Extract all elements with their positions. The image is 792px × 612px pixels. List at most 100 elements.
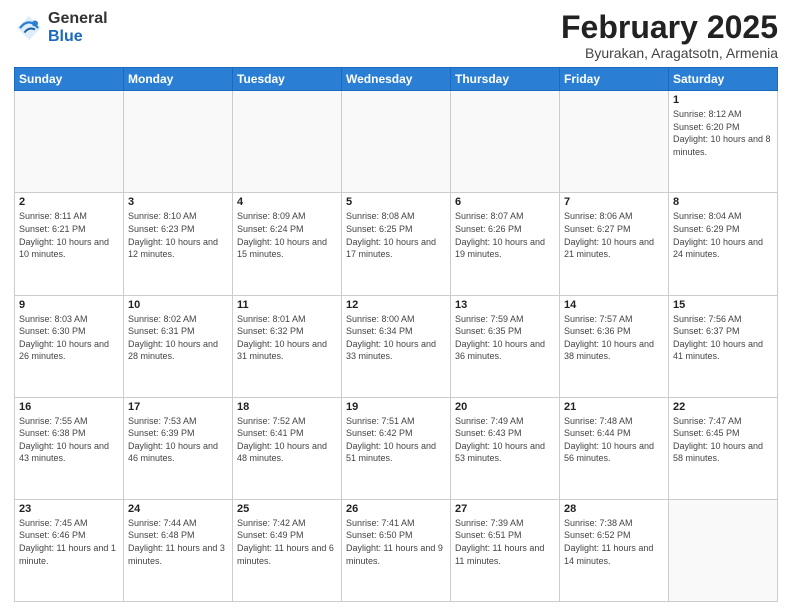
header-tuesday: Tuesday [233, 68, 342, 91]
header-saturday: Saturday [669, 68, 778, 91]
day-info: Sunrise: 8:12 AM Sunset: 6:20 PM Dayligh… [673, 108, 773, 158]
day-info: Sunrise: 8:00 AM Sunset: 6:34 PM Dayligh… [346, 313, 446, 363]
day-number: 12 [346, 299, 446, 311]
day-number: 26 [346, 503, 446, 515]
page: General Blue February 2025 Byurakan, Ara… [0, 0, 792, 612]
day-number: 15 [673, 299, 773, 311]
calendar-week-row: 9 Sunrise: 8:03 AM Sunset: 6:30 PM Daylig… [15, 295, 778, 397]
day-info: Sunrise: 8:01 AM Sunset: 6:32 PM Dayligh… [237, 313, 337, 363]
calendar-cell: 18Sunrise: 7:52 AM Sunset: 6:41 PM Dayli… [233, 397, 342, 499]
calendar-cell: 1 Sunrise: 8:12 AM Sunset: 6:20 PM Daylig… [669, 91, 778, 193]
calendar-week-row: 1 Sunrise: 8:12 AM Sunset: 6:20 PM Daylig… [15, 91, 778, 193]
day-number: 3 [128, 196, 228, 208]
header: General Blue February 2025 Byurakan, Ara… [14, 10, 778, 61]
calendar-cell: 11 Sunrise: 8:01 AM Sunset: 6:32 PM Dayli… [233, 295, 342, 397]
calendar-cell: 24Sunrise: 7:44 AM Sunset: 6:48 PM Dayli… [124, 499, 233, 601]
day-number: 5 [346, 196, 446, 208]
calendar-cell: 16Sunrise: 7:55 AM Sunset: 6:38 PM Dayli… [15, 397, 124, 499]
calendar-cell [451, 91, 560, 193]
calendar-cell: 19 Sunrise: 7:51 AM Sunset: 6:42 PM Dayli… [342, 397, 451, 499]
calendar-cell: 28 Sunrise: 7:38 AM Sunset: 6:52 PM Dayli… [560, 499, 669, 601]
calendar-cell: 9 Sunrise: 8:03 AM Sunset: 6:30 PM Daylig… [15, 295, 124, 397]
day-number: 28 [564, 503, 664, 515]
day-info: Sunrise: 7:49 AM Sunset: 6:43 PM Dayligh… [455, 415, 555, 465]
calendar-cell: 12 Sunrise: 8:00 AM Sunset: 6:34 PM Dayli… [342, 295, 451, 397]
day-number: 16 [19, 401, 119, 413]
day-info: Sunrise: 7:39 AM Sunset: 6:51 PM Dayligh… [455, 517, 555, 567]
header-monday: Monday [124, 68, 233, 91]
header-sunday: Sunday [15, 68, 124, 91]
title-block: February 2025 Byurakan, Aragatsotn, Arme… [561, 10, 778, 61]
calendar-cell: 13Sunrise: 7:59 AM Sunset: 6:35 PM Dayli… [451, 295, 560, 397]
calendar-week-row: 23 Sunrise: 7:45 AM Sunset: 6:46 PM Dayli… [15, 499, 778, 601]
calendar-cell [233, 91, 342, 193]
day-info: Sunrise: 7:48 AM Sunset: 6:44 PM Dayligh… [564, 415, 664, 465]
logo-blue-label: Blue [48, 28, 108, 46]
calendar-cell: 5Sunrise: 8:08 AM Sunset: 6:25 PM Daylig… [342, 193, 451, 295]
day-info: Sunrise: 7:38 AM Sunset: 6:52 PM Dayligh… [564, 517, 664, 567]
calendar-cell: 20 Sunrise: 7:49 AM Sunset: 6:43 PM Dayli… [451, 397, 560, 499]
day-info: Sunrise: 7:47 AM Sunset: 6:45 PM Dayligh… [673, 415, 773, 465]
calendar-cell: 25 Sunrise: 7:42 AM Sunset: 6:49 PM Dayli… [233, 499, 342, 601]
day-number: 18 [237, 401, 337, 413]
day-info: Sunrise: 7:45 AM Sunset: 6:46 PM Dayligh… [19, 517, 119, 567]
calendar-cell: 10 Sunrise: 8:02 AM Sunset: 6:31 PM Dayli… [124, 295, 233, 397]
calendar-week-row: 2 Sunrise: 8:11 AM Sunset: 6:21 PM Daylig… [15, 193, 778, 295]
calendar-cell: 22 Sunrise: 7:47 AM Sunset: 6:45 PM Dayli… [669, 397, 778, 499]
calendar-cell: 7 Sunrise: 8:06 AM Sunset: 6:27 PM Daylig… [560, 193, 669, 295]
day-number: 17 [128, 401, 228, 413]
day-info: Sunrise: 7:56 AM Sunset: 6:37 PM Dayligh… [673, 313, 773, 363]
calendar-cell: 17 Sunrise: 7:53 AM Sunset: 6:39 PM Dayli… [124, 397, 233, 499]
calendar-header-row: SundayMondayTuesdayWednesdayThursdayFrid… [15, 68, 778, 91]
calendar-cell [342, 91, 451, 193]
day-info: Sunrise: 8:03 AM Sunset: 6:30 PM Dayligh… [19, 313, 119, 363]
header-friday: Friday [560, 68, 669, 91]
logo-general-label: General [48, 10, 108, 28]
day-number: 1 [673, 94, 773, 106]
day-info: Sunrise: 8:11 AM Sunset: 6:21 PM Dayligh… [19, 210, 119, 260]
day-number: 2 [19, 196, 119, 208]
day-number: 22 [673, 401, 773, 413]
header-wednesday: Wednesday [342, 68, 451, 91]
day-info: Sunrise: 7:53 AM Sunset: 6:39 PM Dayligh… [128, 415, 228, 465]
day-number: 6 [455, 196, 555, 208]
calendar-cell [560, 91, 669, 193]
day-info: Sunrise: 8:02 AM Sunset: 6:31 PM Dayligh… [128, 313, 228, 363]
header-thursday: Thursday [451, 68, 560, 91]
calendar-cell: 27 Sunrise: 7:39 AM Sunset: 6:51 PM Dayli… [451, 499, 560, 601]
day-number: 9 [19, 299, 119, 311]
day-number: 4 [237, 196, 337, 208]
day-number: 11 [237, 299, 337, 311]
day-number: 10 [128, 299, 228, 311]
location-subtitle: Byurakan, Aragatsotn, Armenia [561, 45, 778, 61]
calendar-cell: 8Sunrise: 8:04 AM Sunset: 6:29 PM Daylig… [669, 193, 778, 295]
day-number: 7 [564, 196, 664, 208]
day-number: 27 [455, 503, 555, 515]
calendar-cell [15, 91, 124, 193]
day-info: Sunrise: 7:59 AM Sunset: 6:35 PM Dayligh… [455, 313, 555, 363]
calendar-table: SundayMondayTuesdayWednesdayThursdayFrid… [14, 67, 778, 602]
calendar-cell: 26Sunrise: 7:41 AM Sunset: 6:50 PM Dayli… [342, 499, 451, 601]
day-info: Sunrise: 8:09 AM Sunset: 6:24 PM Dayligh… [237, 210, 337, 260]
day-info: Sunrise: 8:07 AM Sunset: 6:26 PM Dayligh… [455, 210, 555, 260]
day-info: Sunrise: 7:57 AM Sunset: 6:36 PM Dayligh… [564, 313, 664, 363]
calendar-cell: 14 Sunrise: 7:57 AM Sunset: 6:36 PM Dayli… [560, 295, 669, 397]
day-number: 19 [346, 401, 446, 413]
day-number: 20 [455, 401, 555, 413]
logo-text: General Blue [48, 10, 108, 45]
day-number: 25 [237, 503, 337, 515]
day-info: Sunrise: 8:06 AM Sunset: 6:27 PM Dayligh… [564, 210, 664, 260]
day-info: Sunrise: 7:42 AM Sunset: 6:49 PM Dayligh… [237, 517, 337, 567]
month-title: February 2025 [561, 10, 778, 45]
day-info: Sunrise: 7:44 AM Sunset: 6:48 PM Dayligh… [128, 517, 228, 567]
logo-icon [14, 13, 44, 43]
calendar-cell: 6 Sunrise: 8:07 AM Sunset: 6:26 PM Daylig… [451, 193, 560, 295]
day-number: 21 [564, 401, 664, 413]
day-number: 23 [19, 503, 119, 515]
calendar-cell: 21 Sunrise: 7:48 AM Sunset: 6:44 PM Dayli… [560, 397, 669, 499]
calendar-week-row: 16Sunrise: 7:55 AM Sunset: 6:38 PM Dayli… [15, 397, 778, 499]
day-number: 14 [564, 299, 664, 311]
day-number: 8 [673, 196, 773, 208]
calendar-cell: 3Sunrise: 8:10 AM Sunset: 6:23 PM Daylig… [124, 193, 233, 295]
day-info: Sunrise: 7:51 AM Sunset: 6:42 PM Dayligh… [346, 415, 446, 465]
